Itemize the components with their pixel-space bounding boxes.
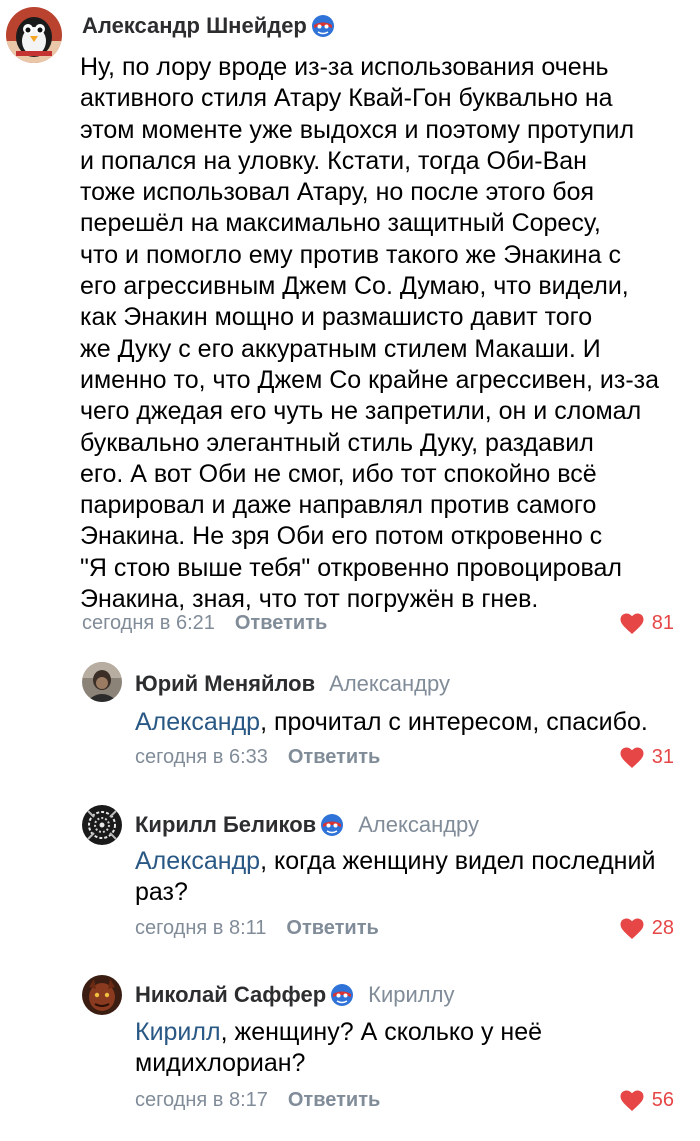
mention-link[interactable]: Кирилл — [135, 1018, 221, 1046]
hero-mask-badge-icon — [320, 813, 344, 837]
hero-mask-badge-icon — [311, 14, 335, 38]
comment-time: сегодня в 8:11 — [135, 917, 267, 939]
like-count: 28 — [651, 917, 674, 939]
reply-button[interactable]: Ответить — [286, 917, 378, 940]
heart-icon — [620, 918, 644, 939]
comment-text: Александр, когда женщину видел последний… — [135, 846, 680, 909]
mention-link[interactable]: Александр — [135, 708, 260, 736]
like-count: 56 — [651, 1089, 674, 1111]
reply-to-name[interactable]: Александру — [358, 812, 479, 838]
like-count: 31 — [651, 746, 674, 768]
comment-body: , прочитал с интересом, спасибо. — [260, 708, 648, 736]
author-name[interactable]: Юрий Меняйлов — [135, 671, 315, 697]
man-portrait-avatar[interactable] — [82, 662, 122, 702]
like-button[interactable]: 81 — [620, 612, 674, 635]
penguin-avatar[interactable] — [6, 7, 62, 63]
author-name[interactable]: Александр Шнейдер — [82, 13, 307, 39]
heart-icon — [620, 747, 644, 768]
comment-time: сегодня в 6:21 — [82, 612, 215, 634]
like-button[interactable]: 31 — [620, 746, 674, 769]
comment-time: сегодня в 6:33 — [135, 746, 268, 768]
comment-text: Ну, по лору вроде из-за использования оч… — [80, 53, 660, 614]
like-button[interactable]: 56 — [620, 1089, 674, 1112]
comment-text: Кирилл, женщину? А сколько у неё мидихло… — [135, 1017, 680, 1080]
comment-time: сегодня в 8:17 — [135, 1089, 268, 1111]
reply-button[interactable]: Ответить — [288, 1089, 380, 1112]
pattern-avatar[interactable] — [82, 805, 122, 845]
author-name[interactable]: Николай Саффер — [135, 982, 326, 1008]
comment-text: Александр, прочитал с интересом, спасибо… — [135, 707, 675, 738]
heart-icon — [620, 1090, 644, 1111]
reply-to-name[interactable]: Кириллу — [368, 982, 454, 1008]
like-button[interactable]: 28 — [620, 917, 674, 940]
reply-button[interactable]: Ответить — [288, 746, 380, 769]
reply-button[interactable]: Ответить — [235, 612, 327, 635]
mention-link[interactable]: Александр — [135, 847, 260, 875]
author-name[interactable]: Кирилл Беликов — [135, 812, 316, 838]
heart-icon — [620, 613, 644, 634]
creature-avatar[interactable] — [82, 975, 122, 1015]
like-count: 81 — [651, 612, 674, 634]
reply-to-name[interactable]: Александру — [329, 671, 450, 697]
hero-mask-badge-icon — [330, 983, 354, 1007]
